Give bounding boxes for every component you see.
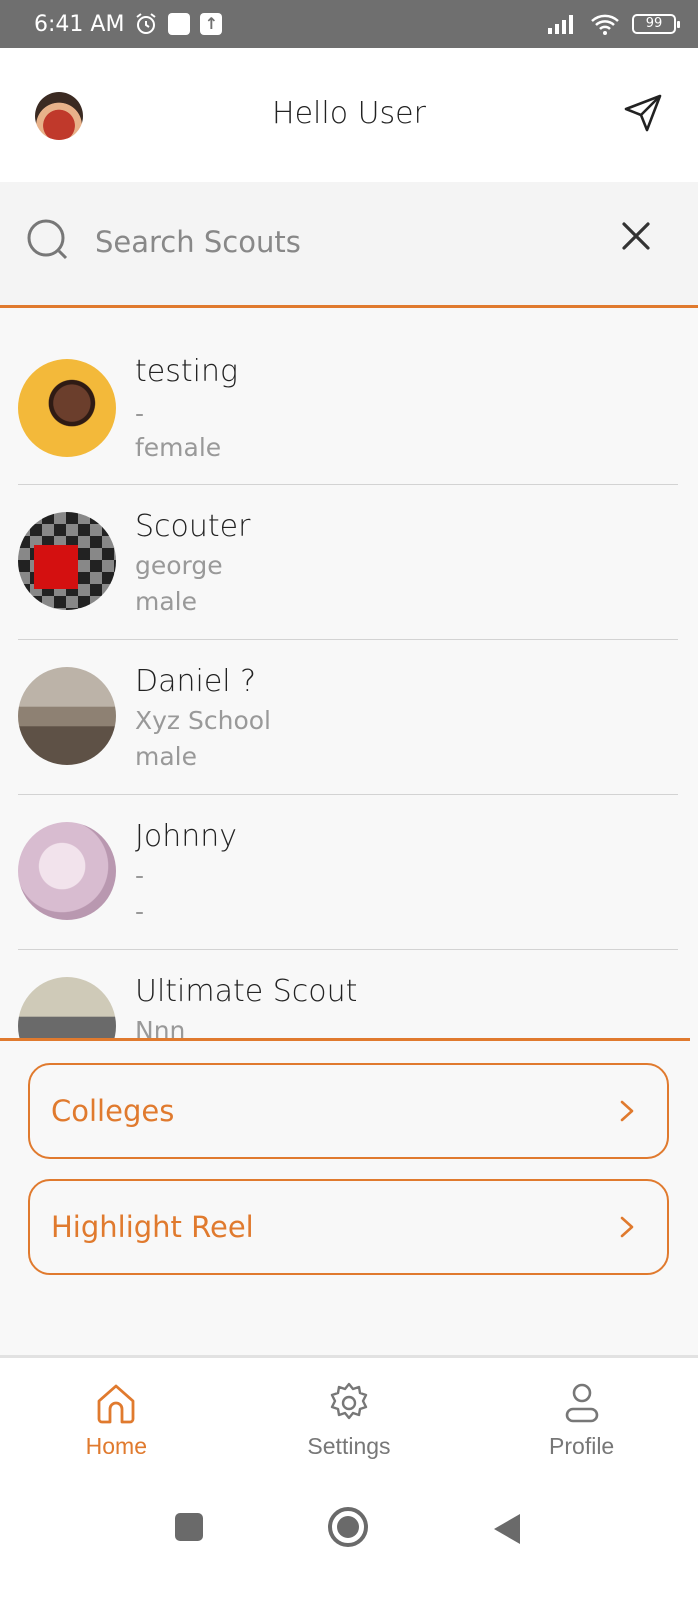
nav-home-label: Home — [85, 1432, 147, 1459]
home-circle-icon[interactable] — [327, 1506, 369, 1548]
app-header: Hello User — [0, 48, 698, 182]
page-title: Hello User — [272, 96, 426, 131]
status-right: 99 — [548, 13, 680, 35]
system-nav-bar — [0, 1480, 698, 1600]
scout-gender: male — [135, 587, 197, 616]
scout-avatar — [18, 359, 116, 457]
user-icon — [565, 1383, 598, 1422]
chevron-right-icon — [620, 1216, 634, 1238]
app-screen: 6:41 AM ↑ 99 Hello User Search Scouts te… — [0, 0, 698, 1600]
list-item[interactable]: Scouter george male — [18, 485, 678, 640]
search-input[interactable] — [95, 216, 575, 268]
list-item[interactable]: Johnny - - — [18, 795, 678, 950]
list-item[interactable]: Daniel ? Xyz School male — [18, 640, 678, 795]
scout-name: Scouter — [135, 509, 251, 544]
scout-name: Daniel ? — [135, 664, 257, 699]
highlight-reel-label: Highlight Reel — [51, 1210, 254, 1244]
scout-name: Johnny — [135, 819, 237, 854]
scout-school: - — [135, 861, 145, 890]
search-bar — [0, 182, 698, 308]
scout-name: Ultimate Scout — [135, 974, 358, 1009]
bottom-nav: Home Settings Profile — [0, 1355, 698, 1480]
scout-name: testing — [135, 354, 238, 389]
back-triangle-icon[interactable] — [492, 1512, 522, 1546]
home-icon — [97, 1384, 135, 1423]
send-icon[interactable] — [622, 92, 664, 134]
wifi-icon — [590, 13, 620, 35]
nav-profile-label: Profile — [549, 1432, 615, 1459]
scout-school: george — [135, 551, 223, 580]
nav-settings[interactable]: Settings — [259, 1379, 439, 1460]
close-icon[interactable] — [618, 218, 654, 254]
nav-settings-label: Settings — [307, 1432, 391, 1459]
search-icon — [27, 219, 68, 260]
chevron-right-icon — [620, 1100, 634, 1122]
scout-school: Xyz School — [135, 706, 271, 735]
list-item[interactable]: testing - female — [18, 308, 678, 485]
nav-profile[interactable]: Profile — [492, 1379, 672, 1460]
colleges-label: Colleges — [51, 1094, 175, 1128]
alarm-icon — [134, 12, 158, 36]
status-time: 6:41 AM — [34, 11, 125, 37]
scout-school: - — [135, 399, 145, 428]
status-left: 6:41 AM ↑ — [34, 11, 223, 37]
signal-icon — [548, 14, 578, 34]
colleges-button[interactable]: Colleges — [28, 1063, 669, 1159]
scout-avatar — [18, 822, 116, 920]
scout-list[interactable]: testing - female Scouter george male Dan… — [0, 308, 698, 1038]
battery-icon: 99 — [632, 14, 680, 34]
list-item[interactable]: Ultimate Scout Nnn — [18, 950, 678, 1038]
recents-square-icon[interactable] — [174, 1512, 204, 1542]
upload-icon: ↑ — [200, 13, 223, 35]
scout-gender: male — [135, 742, 197, 771]
gear-icon — [330, 1382, 368, 1419]
scout-avatar — [18, 512, 116, 610]
list-divider — [0, 1038, 690, 1041]
scout-avatar — [18, 977, 116, 1038]
notification-square-icon — [168, 13, 191, 35]
scout-avatar — [18, 667, 116, 765]
scout-gender: - — [135, 897, 145, 926]
nav-home[interactable]: Home — [26, 1379, 206, 1460]
scout-gender: female — [135, 433, 222, 462]
scout-school: Nnn — [135, 1016, 186, 1038]
highlight-reel-button[interactable]: Highlight Reel — [28, 1179, 669, 1275]
status-bar: 6:41 AM ↑ 99 — [0, 0, 698, 48]
